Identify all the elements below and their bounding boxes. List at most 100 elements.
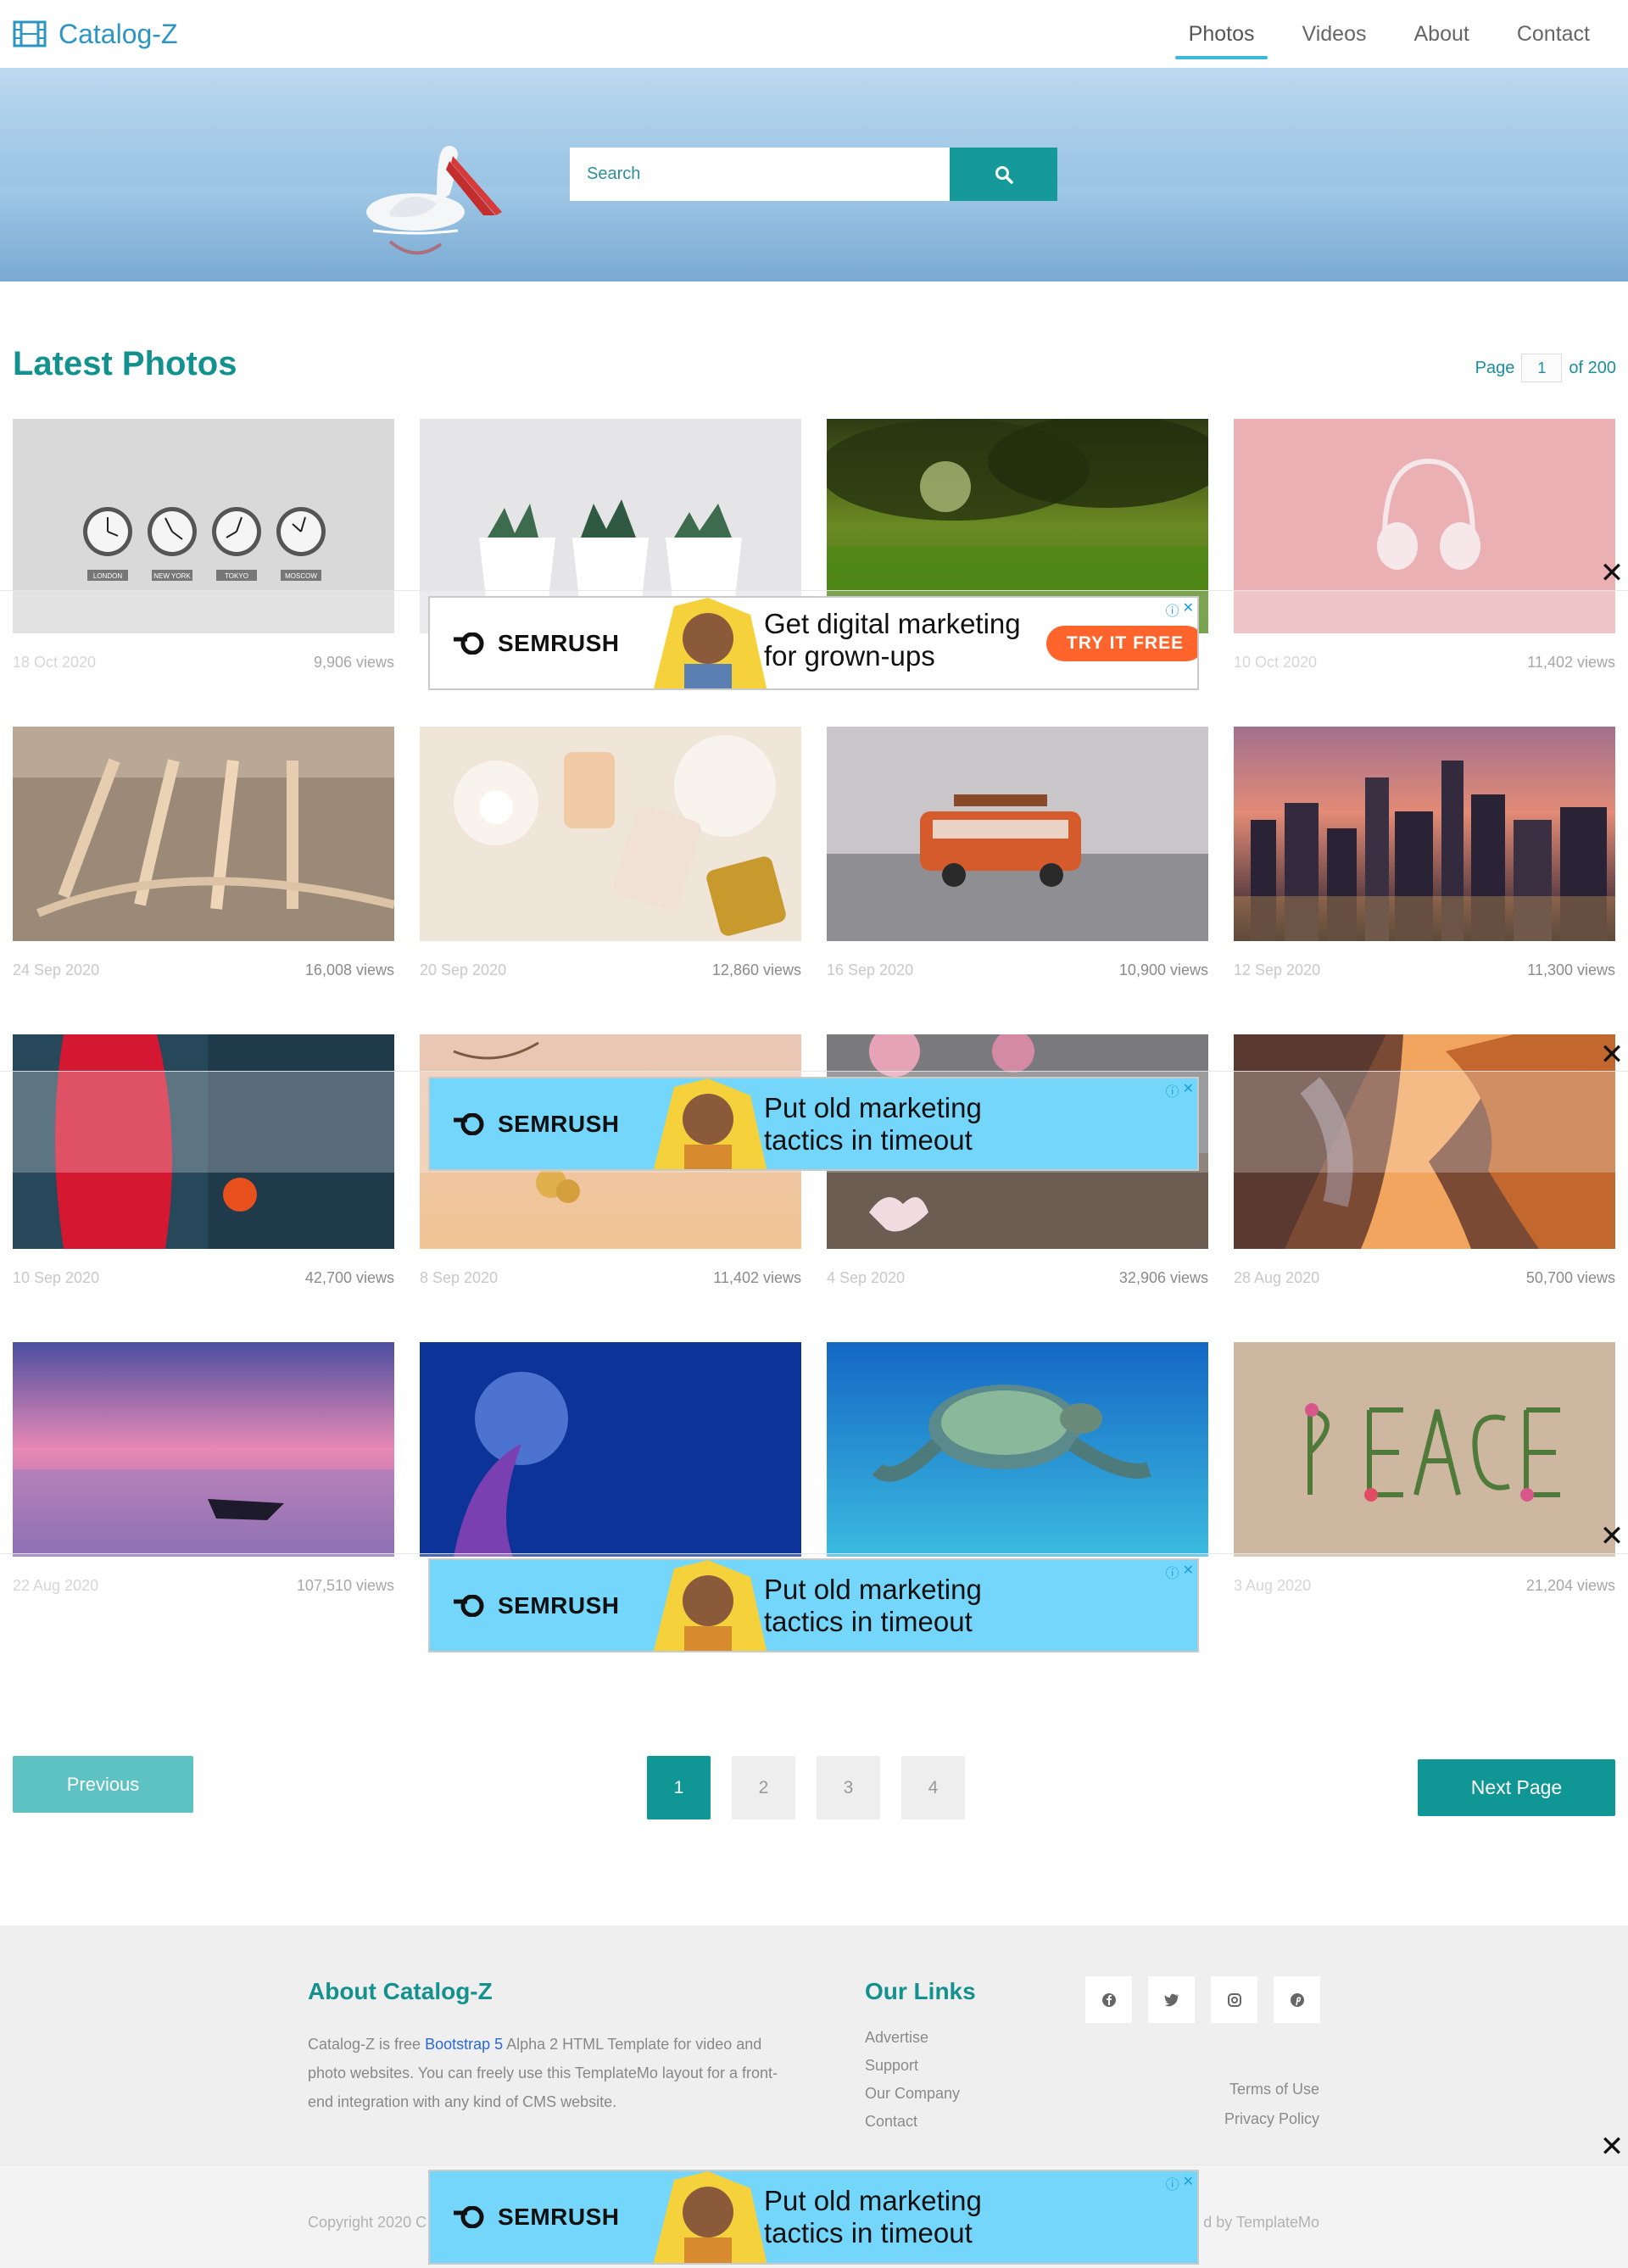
previous-button[interactable]: Previous: [13, 1756, 193, 1813]
child-image: [653, 1560, 767, 1651]
ad-copy: Put old marketing tactics in timeout: [764, 1092, 982, 1156]
ad-info-icon[interactable]: ⓘ: [1166, 1080, 1179, 1101]
ad-close-button[interactable]: ✕: [1599, 559, 1625, 588]
clock-label: TOKYO: [225, 572, 248, 580]
semrush-icon: [454, 1112, 484, 1135]
search-bar: [570, 148, 1057, 201]
ad-badges: ⓘ ✕: [1166, 1562, 1194, 1582]
photo-meta: 10 Sep 2020 42,700 views: [13, 1269, 394, 1287]
photo-date: 28 Aug 2020: [1234, 1269, 1320, 1286]
ad-dismiss-icon[interactable]: ✕: [1183, 2173, 1194, 2193]
instagram-button[interactable]: [1211, 1976, 1257, 2023]
gallery-item[interactable]: 12 Sep 2020 11,300 views: [1234, 727, 1615, 979]
gallery-item[interactable]: [827, 1342, 1208, 1577]
nav-link-photos[interactable]: Photos: [1165, 0, 1279, 68]
photo-meta: 4 Sep 2020 32,906 views: [827, 1269, 1208, 1287]
next-page-button[interactable]: Next Page: [1418, 1759, 1615, 1816]
footer-link-contact[interactable]: Contact: [865, 2113, 960, 2131]
search-icon: [995, 165, 1013, 184]
photo-views: 42,700 views: [304, 1269, 394, 1286]
photo-thumbnail[interactable]: [420, 727, 801, 941]
instagram-icon: [1227, 1992, 1241, 2007]
ad-close-button[interactable]: ✕: [1599, 1040, 1625, 1069]
pinterest-icon: [1290, 1992, 1304, 2007]
ad-dismiss-icon[interactable]: ✕: [1183, 599, 1194, 620]
page-button-4[interactable]: 4: [901, 1756, 965, 1819]
photo-thumbnail[interactable]: [827, 727, 1208, 941]
photo-views: 12,860 views: [711, 961, 801, 978]
semrush-icon: [454, 632, 484, 655]
hero-banner: [0, 68, 1628, 281]
nav-link-videos[interactable]: Videos: [1278, 0, 1390, 68]
ad-info-icon[interactable]: ⓘ: [1166, 2173, 1179, 2193]
footer-link-our-company[interactable]: Our Company: [865, 2085, 960, 2103]
gallery-item[interactable]: 24 Sep 2020 16,008 views: [13, 727, 394, 979]
semrush-icon: [454, 2206, 484, 2228]
semrush-logo: SEMRUSH: [454, 1111, 620, 1138]
photo-views: 11,402 views: [713, 1269, 801, 1286]
footer-links: Advertise Support Our Company Contact: [865, 2029, 960, 2131]
ad-banner[interactable]: SEMRUSH Put old marketing tactics in time…: [428, 1558, 1199, 1652]
privacy-link[interactable]: Privacy Policy: [1224, 2110, 1319, 2128]
ad-cta-button[interactable]: TRY IT FREE: [1046, 626, 1197, 661]
photo-thumbnail[interactable]: [827, 1342, 1208, 1557]
ad-dismiss-icon[interactable]: ✕: [1183, 1562, 1194, 1582]
photo-meta: 20 Sep 2020 12,860 views: [420, 961, 801, 979]
ad-banner[interactable]: SEMRUSH Get digital marketing for grown-u…: [428, 596, 1199, 690]
page-button-1[interactable]: 1: [647, 1756, 711, 1819]
footer-links-title: Our Links: [865, 1978, 976, 2004]
terms-link[interactable]: Terms of Use: [1229, 2081, 1319, 2098]
child-image: [653, 598, 767, 688]
ad-badges: ⓘ ✕: [1166, 599, 1194, 620]
nav-link-contact[interactable]: Contact: [1493, 0, 1614, 68]
ad-close-button[interactable]: ✕: [1599, 2132, 1625, 2161]
photo-thumbnail[interactable]: [1234, 1342, 1615, 1557]
brand-name: Catalog-Z: [59, 18, 178, 49]
gallery-item[interactable]: [420, 1342, 801, 1577]
page-button-2[interactable]: 2: [732, 1756, 795, 1819]
child-image: [653, 1078, 767, 1169]
photo-date: 24 Sep 2020: [13, 961, 100, 978]
page-number-input[interactable]: 1: [1521, 354, 1563, 382]
facebook-button[interactable]: [1085, 1976, 1132, 2023]
footer-link-advertise[interactable]: Advertise: [865, 2029, 960, 2047]
page-label: Page: [1475, 358, 1515, 377]
semrush-icon: [454, 1594, 484, 1617]
photo-thumbnail[interactable]: [1234, 727, 1615, 941]
ad-badges: ⓘ ✕: [1166, 2173, 1194, 2193]
brand-link[interactable]: Catalog-Z: [13, 17, 178, 51]
page-indicator: Page 1 of 200: [1475, 354, 1616, 382]
nav-link-about[interactable]: About: [1390, 0, 1492, 68]
twitter-button[interactable]: [1148, 1976, 1195, 2023]
footer-about-text: Catalog-Z is free Bootstrap 5 Alpha 2 HT…: [308, 2036, 778, 2110]
semrush-logo: SEMRUSH: [454, 1592, 620, 1619]
ad-info-icon[interactable]: ⓘ: [1166, 599, 1179, 620]
photo-meta: 28 Aug 2020 50,700 views: [1234, 1269, 1615, 1287]
ad-banner[interactable]: SEMRUSH Put old marketing tactics in time…: [428, 2170, 1199, 2265]
footer-link-support[interactable]: Support: [865, 2057, 960, 2075]
pinterest-button[interactable]: [1274, 1976, 1320, 2023]
ad-info-icon[interactable]: ⓘ: [1166, 1562, 1179, 1582]
bootstrap-link[interactable]: Bootstrap 5: [425, 2036, 503, 2053]
page-button-3[interactable]: 3: [817, 1756, 880, 1819]
ad-close-button[interactable]: ✕: [1599, 1522, 1625, 1551]
search-input[interactable]: [570, 148, 950, 201]
section-title: Latest Photos: [13, 345, 237, 382]
navbar: Catalog-Z Photos Videos About Contact: [0, 0, 1628, 68]
photo-thumbnail[interactable]: [13, 727, 394, 941]
ad-dismiss-icon[interactable]: ✕: [1183, 1080, 1194, 1101]
photo-views: 16,008 views: [304, 961, 394, 978]
photo-thumbnail[interactable]: [420, 1342, 801, 1557]
pelican-image: [366, 146, 502, 255]
photo-views: 32,906 views: [1118, 1269, 1208, 1286]
gallery-item[interactable]: 20 Sep 2020 12,860 views: [420, 727, 801, 979]
ad-banner[interactable]: SEMRUSH Put old marketing tactics in time…: [428, 1077, 1199, 1171]
film-icon: [13, 20, 47, 47]
gallery-item[interactable]: 16 Sep 2020 10,900 views: [827, 727, 1208, 979]
photo-date: 4 Sep 2020: [827, 1269, 906, 1286]
search-button[interactable]: [950, 148, 1057, 201]
clock-label: MOSCOW: [285, 572, 317, 580]
ad-copy: Put old marketing tactics in timeout: [764, 2185, 982, 2248]
photo-thumbnail[interactable]: [13, 1342, 394, 1557]
pagination: 1 2 3 4: [647, 1756, 965, 1819]
